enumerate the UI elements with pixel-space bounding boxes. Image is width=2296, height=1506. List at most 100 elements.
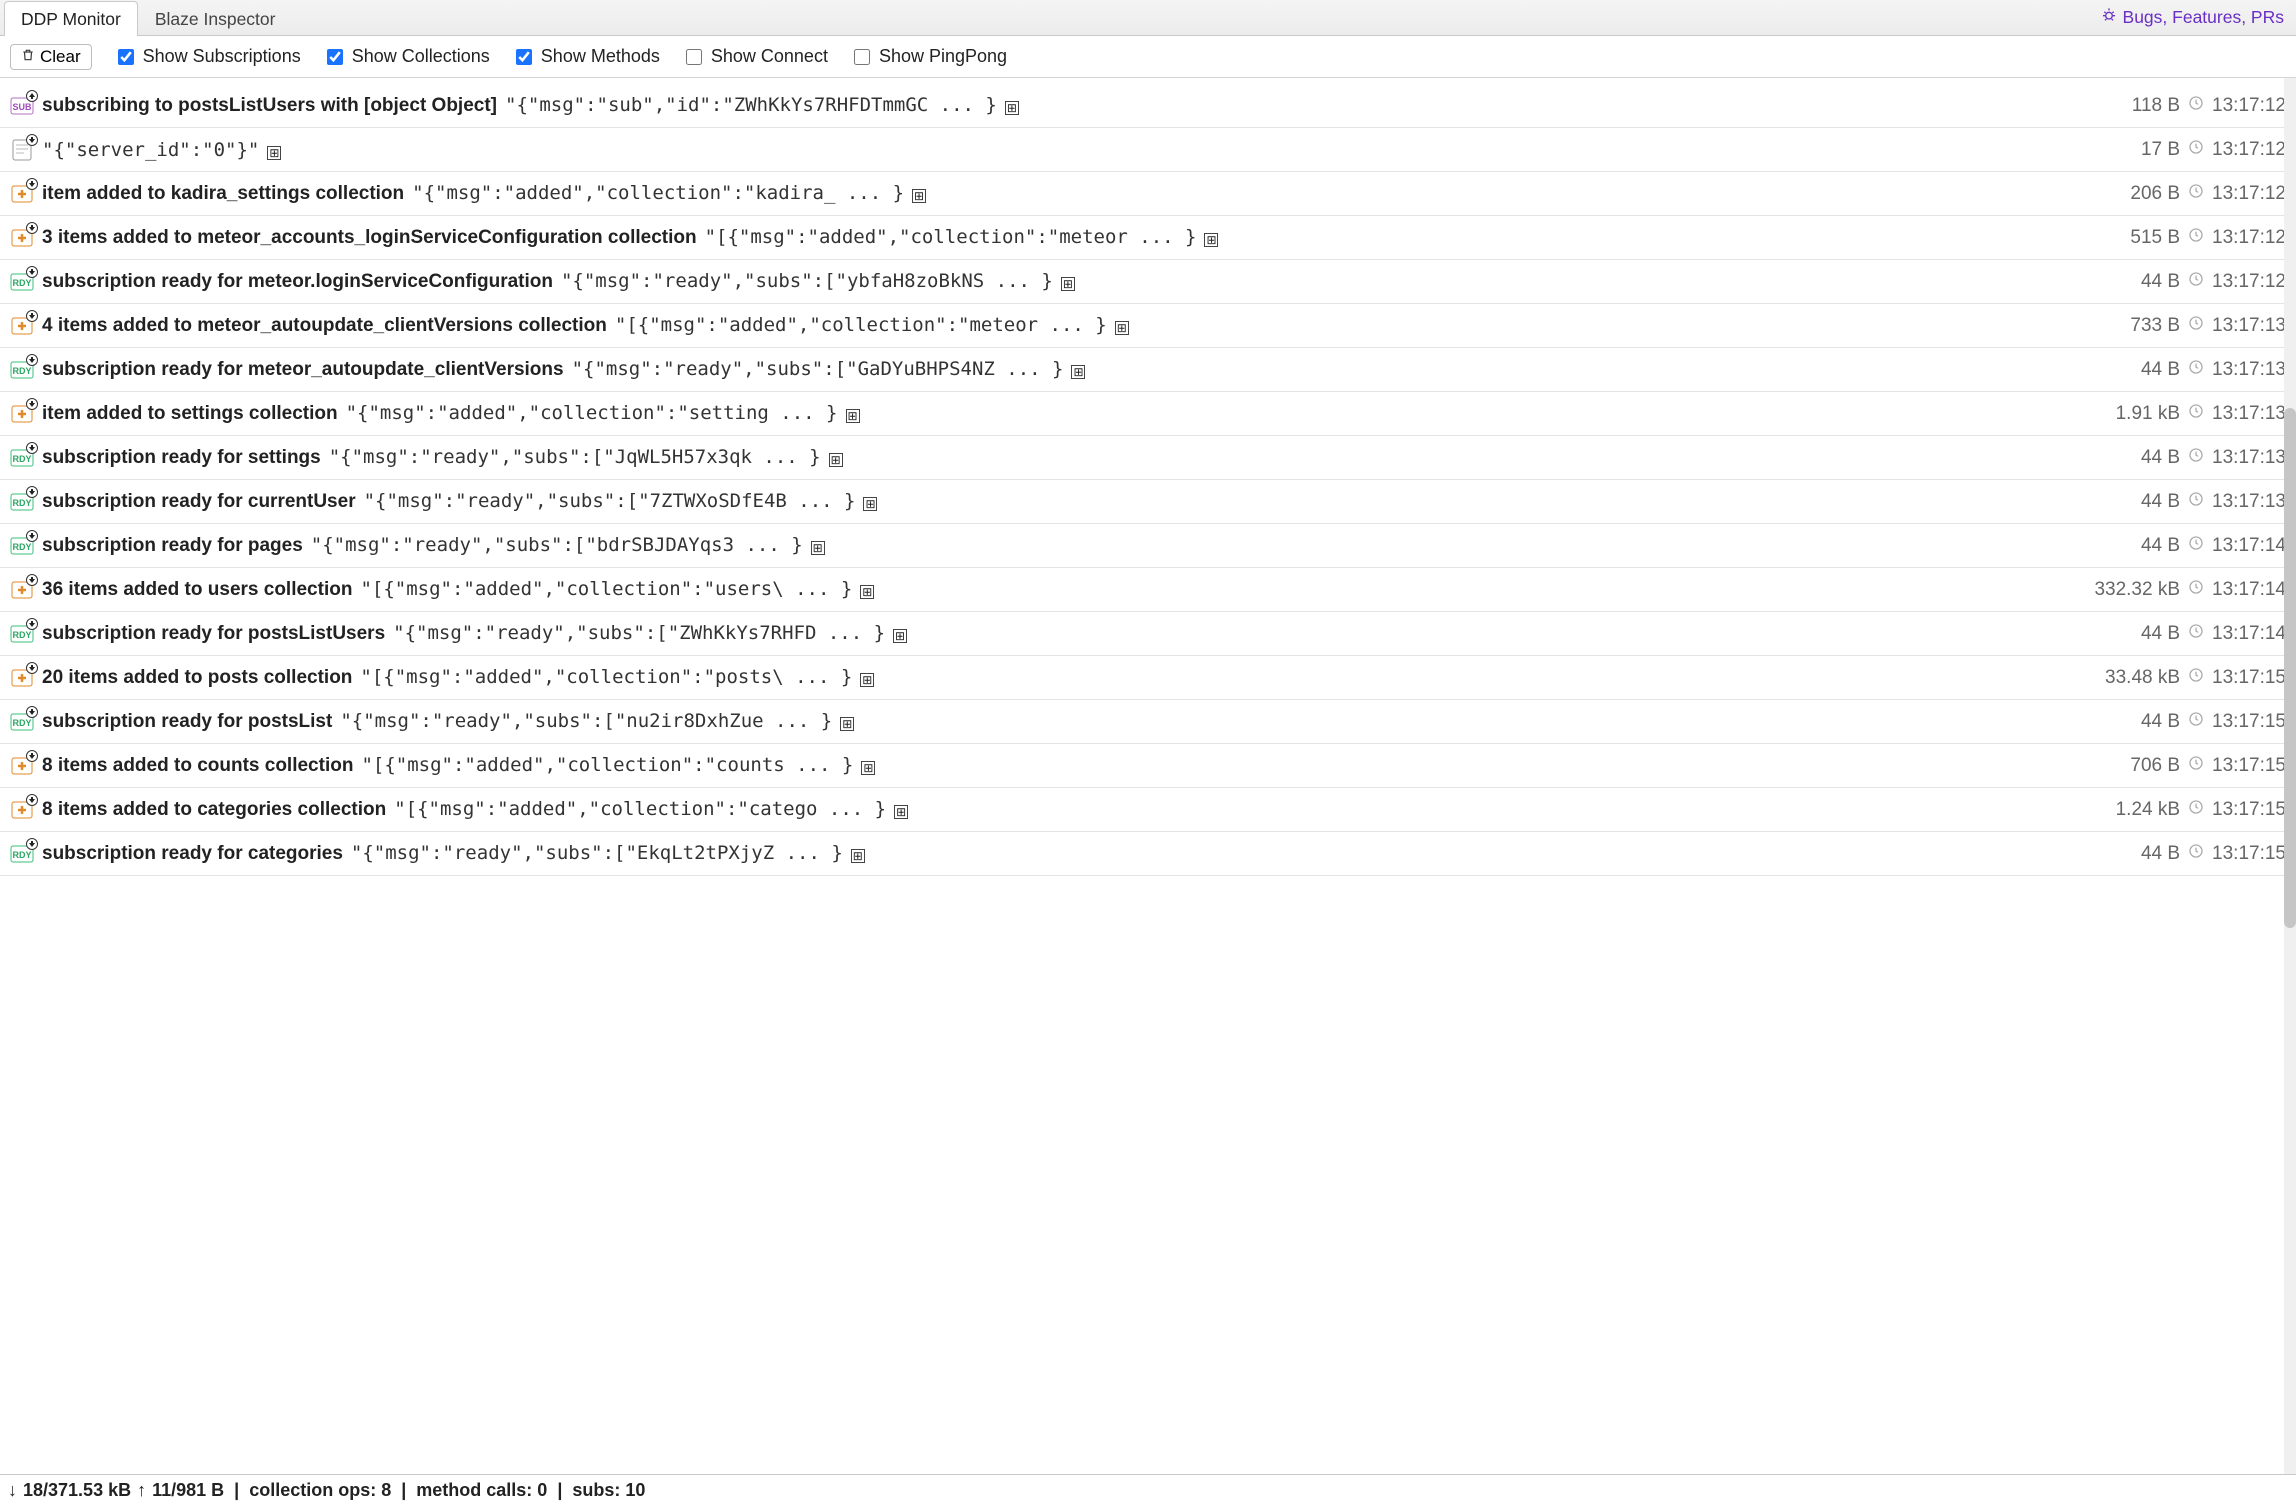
log-row-title: item added to kadira_settings collection <box>42 183 404 205</box>
add-down-icon <box>10 578 34 602</box>
expand-icon[interactable]: ⊞ <box>1115 321 1129 335</box>
expand-icon[interactable]: ⊞ <box>1005 101 1019 115</box>
log-row-text: subscription ready for meteor.loginServi… <box>42 270 2133 293</box>
filter-show-methods[interactable]: Show Methods <box>512 46 660 68</box>
expand-icon[interactable]: ⊞ <box>846 409 860 423</box>
log-row-meta: 44 B13:17:12 <box>2141 271 2286 293</box>
expand-icon[interactable]: ⊞ <box>1071 365 1085 379</box>
status-ops: collection ops: 8 <box>249 1480 391 1501</box>
filter-checkbox[interactable] <box>118 49 134 65</box>
log-row[interactable]: SUBsubscribing to postsListUsers with [o… <box>0 84 2296 128</box>
log-row[interactable]: item added to kadira_settings collection… <box>0 172 2296 216</box>
bugs-link[interactable]: Bugs, Features, PRs <box>2089 0 2296 35</box>
log-row-text: 8 items added to categories collection"[… <box>42 798 2108 821</box>
log-row-payload: "{"msg":"ready","subs":["ybfaH8zoBkNS ..… <box>561 270 1053 292</box>
expand-icon[interactable]: ⊞ <box>1061 277 1075 291</box>
log-row-payload: "{"msg":"sub","id":"ZWhKkYs7RHFDTmmGC ..… <box>505 94 997 116</box>
log-row-size: 1.24 kB <box>2116 799 2180 821</box>
rdy-down-icon: RDY <box>10 622 34 646</box>
log-row-time: 13:17:12 <box>2212 139 2286 161</box>
clock-icon <box>2188 183 2204 205</box>
log-row[interactable]: RDYsubscription ready for meteor_autoupd… <box>0 348 2296 392</box>
expand-icon[interactable]: ⊞ <box>851 849 865 863</box>
arrow-down-icon: ↓ <box>8 1480 17 1501</box>
filter-show-subscriptions[interactable]: Show Subscriptions <box>114 46 301 68</box>
log-row-size: 44 B <box>2141 359 2180 381</box>
log-row-payload: "{"msg":"added","collection":"setting ..… <box>346 402 838 424</box>
log-row-size: 706 B <box>2130 755 2180 777</box>
scrollbar-track[interactable] <box>2284 78 2296 1474</box>
rdy-down-icon: RDY <box>10 710 34 734</box>
log-row[interactable]: RDYsubscription ready for pages"{"msg":"… <box>0 524 2296 568</box>
log-row-payload: "[{"msg":"added","collection":"users\ ..… <box>360 578 852 600</box>
log-row-payload: "[{"msg":"added","collection":"meteor ..… <box>705 226 1197 248</box>
filter-label: Show PingPong <box>879 46 1007 67</box>
filter-label: Show Subscriptions <box>143 46 301 67</box>
expand-icon[interactable]: ⊞ <box>860 585 874 599</box>
expand-icon[interactable]: ⊞ <box>840 717 854 731</box>
filter-checkbox[interactable] <box>516 49 532 65</box>
log-row-size: 206 B <box>2130 183 2180 205</box>
log-row[interactable]: RDYsubscription ready for settings"{"msg… <box>0 436 2296 480</box>
tab-blaze-inspector[interactable]: Blaze Inspector <box>138 1 293 36</box>
clock-icon <box>2188 843 2204 865</box>
log-row-payload: "[{"msg":"added","collection":"meteor ..… <box>615 314 1107 336</box>
expand-icon[interactable]: ⊞ <box>860 673 874 687</box>
clock-icon <box>2188 447 2204 469</box>
filter-show-connect[interactable]: Show Connect <box>682 46 828 68</box>
filter-checkbox[interactable] <box>686 49 702 65</box>
log-row-text: 20 items added to posts collection"[{"ms… <box>42 666 2097 689</box>
filter-show-pingpong[interactable]: Show PingPong <box>850 46 1007 68</box>
tab-ddp-monitor[interactable]: DDP Monitor <box>4 1 138 36</box>
log-row-meta: 118 B13:17:12 <box>2132 95 2286 117</box>
expand-icon[interactable]: ⊞ <box>912 189 926 203</box>
log-row[interactable]: RDYsubscription ready for categories"{"m… <box>0 832 2296 876</box>
filter-show-collections[interactable]: Show Collections <box>323 46 490 68</box>
log-row-title: subscription ready for meteor_autoupdate… <box>42 359 564 381</box>
svg-text:RDY: RDY <box>12 454 31 464</box>
expand-icon[interactable]: ⊞ <box>829 453 843 467</box>
log-row[interactable]: "{"server_id":"0"}"⊞17 B13:17:12 <box>0 128 2296 172</box>
clear-button[interactable]: Clear <box>10 44 92 70</box>
log-row[interactable]: 8 items added to counts collection"[{"ms… <box>0 744 2296 788</box>
expand-icon[interactable]: ⊞ <box>1204 233 1218 247</box>
log-row-meta: 44 B13:17:14 <box>2141 623 2286 645</box>
log-row[interactable]: RDY subscription ready for postsListUsers… <box>0 612 2296 656</box>
log-row[interactable]: 3 items added to meteor_accounts_loginSe… <box>0 216 2296 260</box>
scrollbar-thumb[interactable] <box>2284 408 2296 928</box>
clock-icon <box>2188 711 2204 733</box>
log-row-text: 3 items added to meteor_accounts_loginSe… <box>42 226 2122 249</box>
log-row[interactable]: item added to settings collection"{"msg"… <box>0 392 2296 436</box>
log-row[interactable]: RDYsubscription ready for meteor.loginSe… <box>0 260 2296 304</box>
expand-icon[interactable]: ⊞ <box>893 629 907 643</box>
log-row[interactable]: RDYsubscription ready for postsList"{"ms… <box>0 700 2296 744</box>
expand-icon[interactable]: ⊞ <box>863 497 877 511</box>
expand-icon[interactable]: ⊞ <box>811 541 825 555</box>
expand-icon[interactable]: ⊞ <box>861 761 875 775</box>
status-down: 18/371.53 kB <box>23 1480 131 1501</box>
add-down-icon <box>10 182 34 206</box>
arrow-up-icon: ↑ <box>137 1480 146 1501</box>
expand-icon[interactable]: ⊞ <box>267 146 281 160</box>
sub-up-icon: SUB <box>10 94 34 118</box>
clock-icon <box>2188 95 2204 117</box>
log-row[interactable]: 8 items added to categories collection"[… <box>0 788 2296 832</box>
log-row[interactable]: 20 items added to posts collection"[{"ms… <box>0 656 2296 700</box>
log-list[interactable]: SUBsubscribing to postsListUsers with [o… <box>0 78 2296 1474</box>
log-row-size: 1.91 kB <box>2116 403 2180 425</box>
file-down-icon <box>10 138 34 162</box>
clock-icon <box>2188 403 2204 425</box>
filter-checkbox[interactable] <box>854 49 870 65</box>
log-row[interactable]: RDYsubscription ready for currentUser"{"… <box>0 480 2296 524</box>
log-row-payload: "{"msg":"ready","subs":["ZWhKkYs7RHFD ..… <box>393 622 885 644</box>
log-row-title: subscription ready for postsListUsers <box>42 623 385 645</box>
rdy-down-icon: RDY <box>10 446 34 470</box>
svg-text:SUB: SUB <box>12 102 32 112</box>
log-row[interactable]: 4 items added to meteor_autoupdate_clien… <box>0 304 2296 348</box>
expand-icon[interactable]: ⊞ <box>894 805 908 819</box>
log-row[interactable]: 36 items added to users collection"[{"ms… <box>0 568 2296 612</box>
filter-label: Show Connect <box>711 46 828 67</box>
log-row-meta: 1.24 kB13:17:15 <box>2116 799 2286 821</box>
filter-checkbox[interactable] <box>327 49 343 65</box>
log-row-meta: 44 B13:17:14 <box>2141 535 2286 557</box>
